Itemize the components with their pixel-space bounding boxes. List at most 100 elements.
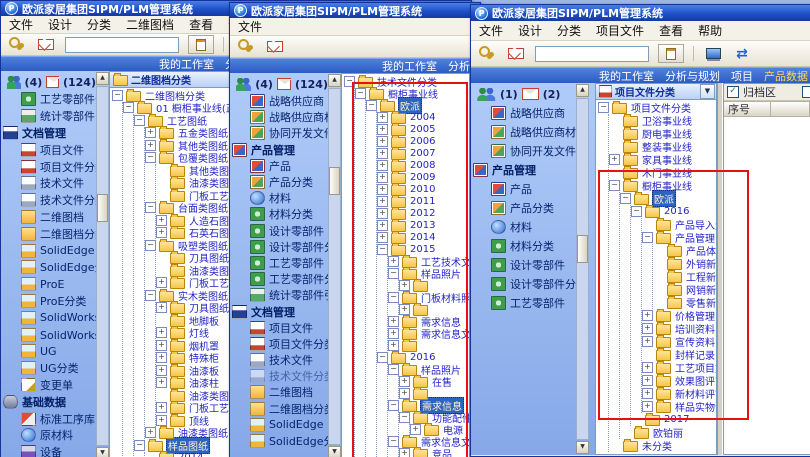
paste-button[interactable] (658, 44, 684, 63)
tree-node[interactable]: −样品照片 (388, 267, 469, 279)
sidebar-item[interactable]: 材料分类 (471, 236, 576, 255)
menu-item[interactable]: 分类 (557, 22, 581, 39)
mail-summary[interactable]: (4) (124) (1, 73, 96, 91)
sidebar-item[interactable]: 项目文件分类 (230, 336, 328, 352)
second-checkbox[interactable] (802, 86, 810, 98)
expander-icon[interactable]: − (145, 240, 156, 251)
expander-icon[interactable]: + (377, 232, 388, 243)
sidebar-item[interactable]: 设备 (1, 444, 96, 457)
expander-icon[interactable]: + (377, 208, 388, 219)
menu-item[interactable]: 查看 (659, 22, 683, 39)
expander-icon[interactable]: + (377, 220, 388, 231)
expander-icon[interactable]: − (631, 206, 642, 217)
sidebar-item[interactable]: 材料 (471, 217, 576, 236)
expander-icon[interactable]: + (388, 316, 399, 327)
expander-icon[interactable]: + (642, 375, 653, 386)
tree-node[interactable]: +2006 (377, 135, 469, 147)
sidebar-item[interactable]: 二维图档分类 (1, 225, 96, 242)
expander-icon[interactable]: + (609, 154, 620, 165)
expander-icon[interactable]: + (642, 388, 653, 399)
sidebar-item[interactable]: 设计零部件分类 (230, 239, 328, 255)
sidebar-scrollbar[interactable]: ▲ ▼ (328, 73, 341, 457)
expander-icon[interactable]: + (377, 196, 388, 207)
tree-node[interactable]: −欧派 (620, 192, 716, 205)
expander-icon[interactable]: + (156, 327, 167, 338)
expander-icon[interactable]: + (642, 323, 653, 334)
tree-node[interactable]: + (388, 339, 469, 351)
expander-icon[interactable]: − (609, 180, 620, 191)
column-header-empty[interactable] (771, 101, 810, 117)
tree-node[interactable]: −门板材料照片 (388, 291, 469, 303)
sidebar-item[interactable]: SolidEdge (1, 242, 96, 259)
scroll-up-button[interactable]: ▲ (96, 72, 109, 85)
sidebar-item[interactable]: 战略供应商 (471, 103, 576, 122)
column-header-seq[interactable]: 序号 (724, 101, 771, 117)
menu-item[interactable]: 设计 (518, 22, 542, 39)
mail-icon[interactable] (506, 45, 526, 62)
sidebar-item[interactable]: 技术文件分类 (1, 192, 96, 209)
expander-icon[interactable]: + (156, 365, 167, 376)
sidebar-item[interactable]: 工艺零部件 (471, 293, 576, 312)
expander-icon[interactable]: + (377, 124, 388, 135)
sidebar-item[interactable]: 技术文件 (1, 175, 96, 192)
scroll-thumb[interactable] (577, 235, 588, 263)
expander-icon[interactable]: + (399, 376, 410, 387)
tree-node[interactable]: +2009 (377, 171, 469, 183)
scroll-up-button[interactable]: ▲ (328, 74, 341, 87)
tree-node[interactable]: +在售 (399, 375, 469, 387)
expander-icon[interactable]: − (388, 436, 399, 447)
menu-item[interactable]: 设计 (48, 16, 72, 33)
expander-icon[interactable]: − (399, 412, 410, 423)
title-bar[interactable]: P 欧派家居集团SIPM/PLM管理系统 (471, 5, 810, 21)
sidebar-group[interactable]: 文档管理 (1, 125, 96, 142)
tree-node[interactable]: +2008 (377, 159, 469, 171)
expander-icon[interactable]: + (156, 277, 167, 288)
nav-tab[interactable]: 产品数据 (764, 68, 808, 84)
key-icon[interactable] (477, 45, 497, 62)
sidebar-item[interactable]: 材料 (230, 190, 328, 206)
sidebar-group[interactable]: 文档管理 (230, 303, 328, 319)
tree-node[interactable]: +样品实物评审 (642, 400, 716, 413)
sidebar-item[interactable]: SolidEdge分类 (1, 259, 96, 276)
scroll-thumb[interactable] (97, 194, 108, 222)
sidebar-item[interactable]: 项目文件 (230, 320, 328, 336)
sidebar-item[interactable]: 战略供应商 (230, 93, 328, 109)
refresh-icon[interactable]: ⇄ (732, 45, 752, 62)
sidebar-item[interactable]: 标准工序库 (1, 410, 96, 427)
sidebar-item[interactable]: SolidEdge (230, 417, 328, 433)
expander-icon[interactable]: + (156, 302, 167, 313)
sidebar-item[interactable]: ProE分类 (1, 293, 96, 310)
expander-icon[interactable]: + (642, 401, 653, 412)
sidebar-item[interactable]: 产品 (230, 158, 328, 174)
expander-icon[interactable]: + (156, 227, 167, 238)
sidebar-item[interactable]: 工艺零部件分类 (1, 91, 96, 108)
sidebar-item[interactable]: 二维图档 (230, 384, 328, 400)
expander-icon[interactable]: + (377, 112, 388, 123)
sidebar-item[interactable]: 协同开发文件分类 (230, 125, 328, 141)
sidebar-item[interactable]: 产品 (471, 179, 576, 198)
expander-icon[interactable]: − (145, 290, 156, 301)
expander-icon[interactable]: + (145, 140, 156, 151)
expander-icon[interactable]: − (642, 232, 653, 243)
expander-icon[interactable]: + (399, 304, 410, 315)
sidebar-item[interactable]: UG (1, 343, 96, 360)
search-input[interactable] (65, 37, 179, 53)
tree-node[interactable]: −样品照片 (388, 363, 469, 375)
sidebar-item[interactable]: SolidEdge分类 (230, 433, 328, 449)
expander-icon[interactable]: + (145, 127, 156, 138)
expander-icon[interactable]: + (377, 184, 388, 195)
expander-icon[interactable]: − (355, 88, 366, 99)
tree-category-combo[interactable]: 项目文件分类 ▼ (596, 84, 716, 100)
expander-icon[interactable]: + (156, 377, 167, 388)
menu-item[interactable]: 文件 (9, 16, 33, 33)
sidebar-group[interactable]: 产品管理 (230, 142, 328, 158)
tree-node[interactable]: +2011 (377, 195, 469, 207)
menu-item[interactable]: 二维图档 (126, 16, 174, 33)
sidebar-item[interactable]: SolidWorks (1, 309, 96, 326)
sidebar-scrollbar[interactable]: ▲ ▼ (576, 83, 589, 455)
expander-icon[interactable]: + (388, 340, 399, 351)
title-bar[interactable]: P 欧派家居集团SIPM/PLM管理系统 (230, 3, 480, 18)
tree-node[interactable]: −欧派 (366, 99, 469, 111)
expander-icon[interactable]: − (388, 268, 399, 279)
nav-tab[interactable]: 分析与规划 (665, 68, 720, 84)
